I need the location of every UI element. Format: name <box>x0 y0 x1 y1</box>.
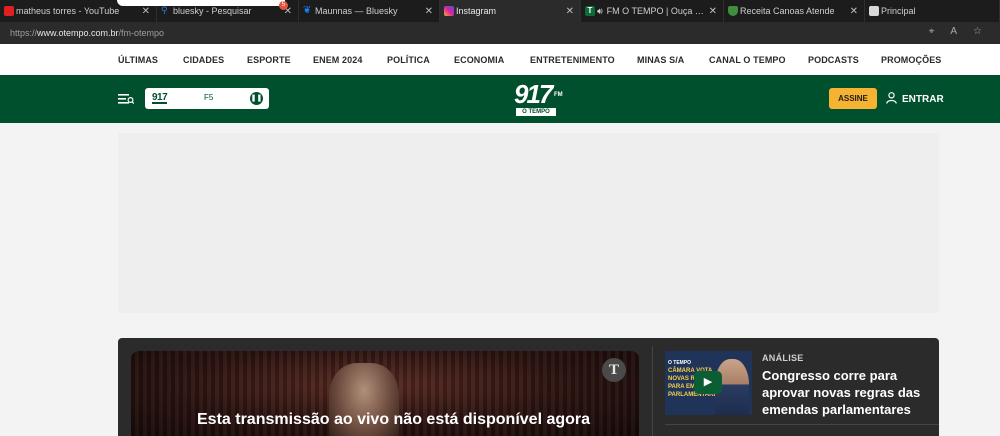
notification-badge: 5 <box>279 1 288 10</box>
brand-logo[interactable]: 917 FM O TEMPO <box>514 79 563 118</box>
tab-title: FM O TEMPO | Ouça as m <box>606 6 705 16</box>
nav-item-economia[interactable]: ECONOMIA <box>454 55 504 65</box>
speaker-icon[interactable]: 🔊︎ <box>597 6 603 17</box>
address-bar[interactable]: https://www.otempo.com.br/fm-otempo ⌖ A … <box>0 22 1000 44</box>
favorite-star-icon[interactable]: ☆ <box>973 26 982 37</box>
news-tag: ANÁLISE <box>762 353 804 363</box>
brand-fm: FM <box>554 92 563 98</box>
radio-player[interactable]: 917 F5 ❚❚ <box>145 88 269 109</box>
crest-icon <box>728 6 738 16</box>
divider <box>652 346 653 436</box>
tab-instagram[interactable]: Instagram ✕ <box>440 0 581 22</box>
site-navigation: ÚLTIMAS CIDADES ESPORTE ENEM 2024 POLÍTI… <box>0 44 1000 75</box>
nav-item-enem[interactable]: ENEM 2024 <box>313 55 362 65</box>
page-icon <box>869 6 879 16</box>
offline-message: Esta transmissão ao vivo não está dispon… <box>197 411 591 428</box>
url-host: www.otempo.com.br <box>37 28 119 38</box>
nav-item-minas-sa[interactable]: MINAS S/A <box>637 55 684 65</box>
nav-item-podcasts[interactable]: PODCASTS <box>808 55 859 65</box>
url-text[interactable]: https://www.otempo.com.br/fm-otempo <box>10 28 164 38</box>
live-video-player[interactable]: T Esta transmissão ao vivo não está disp… <box>131 351 639 436</box>
instagram-icon <box>444 6 454 16</box>
nav-item-canal-o-tempo[interactable]: CANAL O TEMPO <box>709 55 786 65</box>
search-icon: ⚲ <box>161 5 168 15</box>
close-icon[interactable]: ✕ <box>425 6 433 17</box>
brand-subtitle: O TEMPO <box>516 108 556 116</box>
tab-principal[interactable]: Principal <box>865 0 1000 22</box>
close-icon[interactable]: ✕ <box>566 6 574 17</box>
tab-title: Maunnas — Bluesky <box>315 6 398 16</box>
nav-item-esporte[interactable]: ESPORTE <box>247 55 291 65</box>
tab-fm-otempo[interactable]: T 🔊︎ FM O TEMPO | Ouça as m ✕ <box>581 0 724 22</box>
tab-bluesky-profile[interactable]: ❦ Maunnas — Bluesky ✕ <box>299 0 440 22</box>
pause-icon[interactable]: ❚❚ <box>250 92 263 105</box>
user-icon <box>886 91 897 107</box>
otempo-t-icon: T <box>602 358 626 382</box>
nav-item-entretenimento[interactable]: ENTRETENIMENTO <box>530 55 615 65</box>
url-prefix: https:// <box>10 28 38 38</box>
divider <box>665 424 939 425</box>
play-icon[interactable]: ▶ <box>694 371 722 394</box>
menu-icon[interactable] <box>118 92 135 106</box>
location-icon[interactable]: ⌖ <box>929 26 935 37</box>
nav-item-cidades[interactable]: CIDADES <box>183 55 224 65</box>
close-icon[interactable]: ✕ <box>709 6 717 17</box>
tab-title: Instagram <box>456 6 497 16</box>
subscribe-button[interactable]: ASSINE <box>829 88 877 109</box>
tab-title: matheus torres - YouTube <box>16 6 120 16</box>
news-headline[interactable]: Congresso corre para aprovar novas regra… <box>762 367 934 418</box>
close-icon[interactable]: ✕ <box>142 6 150 17</box>
nav-item-promocoes[interactable]: PROMOÇÕES <box>881 55 941 65</box>
ad-placeholder <box>118 133 939 313</box>
butterfly-icon: ❦ <box>303 5 312 16</box>
news-thumbnail[interactable]: O TEMPO CÂMARA VOTA NOVAS REGR PARA EMEN… <box>665 351 752 415</box>
otempo-t-icon: T <box>585 6 595 16</box>
tab-title: Receita Canoas Atende <box>740 6 835 16</box>
player-logo-underline <box>152 102 167 104</box>
tab-title: bluesky - Pesquisar <box>173 6 252 16</box>
thumbnail-logo: O TEMPO <box>668 360 692 366</box>
read-aloud-icon[interactable]: A <box>950 26 957 37</box>
login-button[interactable]: ENTRAR <box>886 89 944 109</box>
login-label: ENTRAR <box>902 93 944 105</box>
brand-number: 917 <box>514 79 553 109</box>
player-station: F5 <box>204 93 214 102</box>
url-path: /fm-otempo <box>118 28 165 38</box>
tab-title: Principal <box>881 6 916 16</box>
tab-receita-canoas[interactable]: Receita Canoas Atende ✕ <box>724 0 865 22</box>
tab-hover-popup <box>117 0 285 6</box>
nav-item-ultimas[interactable]: ÚLTIMAS <box>118 55 158 65</box>
nav-item-politica[interactable]: POLÍTICA <box>387 55 430 65</box>
youtube-icon <box>4 6 14 16</box>
close-icon[interactable]: ✕ <box>850 6 858 17</box>
site-header: 917 F5 ❚❚ 917 FM O TEMPO ASSINE ENTRAR <box>0 75 1000 123</box>
